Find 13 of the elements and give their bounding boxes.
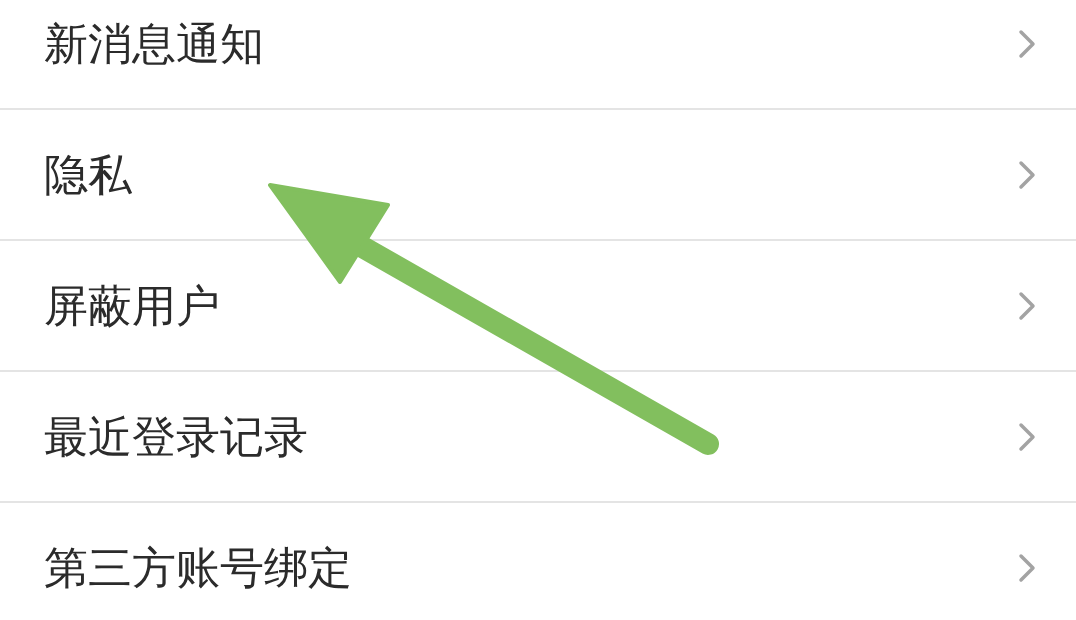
chevron-right-icon <box>1018 159 1036 190</box>
settings-row[interactable]: 新消息通知 <box>0 0 1076 110</box>
chevron-right-icon <box>1018 552 1036 583</box>
row-label: 隐私 <box>44 152 132 197</box>
chevron-right-icon <box>1018 421 1036 452</box>
row-label: 第三方账号绑定 <box>44 545 352 590</box>
row-label: 屏蔽用户 <box>44 283 220 328</box>
chevron-right-icon <box>1018 290 1036 321</box>
chevron-right-icon <box>1018 28 1036 59</box>
settings-row[interactable]: 最近登录记录 <box>0 372 1076 503</box>
row-label: 最近登录记录 <box>44 414 308 459</box>
settings-row[interactable]: 第三方账号绑定 <box>0 503 1076 620</box>
row-label: 新消息通知 <box>44 21 264 66</box>
